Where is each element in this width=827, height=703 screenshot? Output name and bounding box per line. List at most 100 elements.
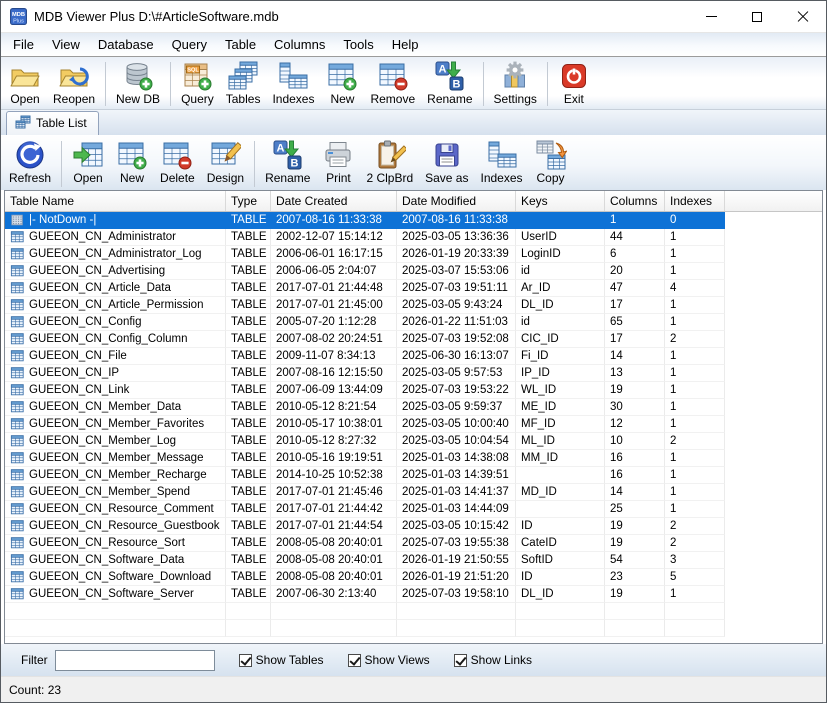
table-row[interactable]: GUEEON_CN_Software_DownloadTABLE2008-05-… (5, 569, 822, 586)
menu-query[interactable]: Query (163, 34, 216, 55)
menu-file[interactable]: File (4, 34, 43, 55)
checkbox-label: Show Tables (256, 653, 324, 667)
cell-keys: SoftID (516, 552, 605, 569)
menu-tools[interactable]: Tools (334, 34, 382, 55)
cell-columns: 44 (605, 229, 665, 246)
table-row[interactable]: GUEEON_CN_Resource_CommentTABLE2017-07-0… (5, 501, 822, 518)
table-row[interactable]: GUEEON_CN_Member_RechargeTABLE2014-10-25… (5, 467, 822, 484)
table-row[interactable]: GUEEON_CN_FileTABLE2009-11-07 8:34:13202… (5, 348, 822, 365)
cell-name: GUEEON_CN_Advertising (5, 263, 226, 280)
table-row[interactable]: GUEEON_CN_AdministratorTABLE2002-12-07 1… (5, 229, 822, 246)
refresh-icon (14, 139, 46, 171)
design-button[interactable]: Design (201, 138, 250, 186)
query-button[interactable]: SQLQuery (175, 59, 220, 107)
cell-type: TABLE (226, 467, 271, 484)
tab-table-list[interactable]: Table List (6, 111, 99, 135)
new-button[interactable]: New (320, 59, 364, 107)
column-header-keys[interactable]: Keys (516, 191, 605, 211)
new-button[interactable]: New (110, 138, 154, 186)
close-icon (797, 11, 809, 23)
column-header-date-modified[interactable]: Date Modified (397, 191, 516, 211)
button-label: New (120, 171, 144, 185)
tables-button[interactable]: Tables (220, 59, 267, 107)
open-button[interactable]: Open (3, 59, 47, 107)
save-as-button[interactable]: Save as (419, 138, 474, 186)
table-row[interactable]: GUEEON_CN_Member_FavoritesTABLE2010-05-1… (5, 416, 822, 433)
new-db-icon (122, 60, 154, 92)
table-row[interactable]: GUEEON_CN_ConfigTABLE2005-07-20 1:12:282… (5, 314, 822, 331)
menu-view[interactable]: View (43, 34, 89, 55)
cell-keys: UserID (516, 229, 605, 246)
svg-text:B: B (290, 158, 298, 170)
table-row[interactable]: GUEEON_CN_IPTABLE2007-08-16 12:15:502025… (5, 365, 822, 382)
table-row[interactable]: GUEEON_CN_Software_DataTABLE2008-05-08 2… (5, 552, 822, 569)
table-row[interactable]: GUEEON_CN_Resource_GuestbookTABLE2017-07… (5, 518, 822, 535)
table-row[interactable]: GUEEON_CN_AdvertisingTABLE2006-06-05 2:0… (5, 263, 822, 280)
column-header-columns[interactable]: Columns (605, 191, 665, 211)
table-row[interactable]: GUEEON_CN_LinkTABLE2007-06-09 13:44:0920… (5, 382, 822, 399)
filter-checkboxes: Show Tables Show Views Show Links (215, 653, 532, 667)
table-row[interactable]: GUEEON_CN_Member_DataTABLE2010-05-12 8:2… (5, 399, 822, 416)
checkbox-show-tables[interactable]: Show Tables (239, 653, 324, 667)
cell-created: 2007-06-30 2:13:40 (271, 586, 397, 603)
cell-indexes: 1 (665, 246, 725, 263)
table-row[interactable]: GUEEON_CN_Resource_SortTABLE2008-05-08 2… (5, 535, 822, 552)
column-header-type[interactable]: Type (226, 191, 271, 211)
printer-icon (322, 139, 354, 171)
cell-name: GUEEON_CN_Config (5, 314, 226, 331)
table-row[interactable]: GUEEON_CN_Administrator_LogTABLE2006-06-… (5, 246, 822, 263)
close-button[interactable] (780, 1, 826, 32)
cell-keys: MF_ID (516, 416, 605, 433)
open-button[interactable]: Open (66, 138, 110, 186)
table-row[interactable]: GUEEON_CN_Member_LogTABLE2010-05-12 8:27… (5, 433, 822, 450)
indexes-button[interactable]: Indexes (474, 138, 528, 186)
menu-help[interactable]: Help (383, 34, 428, 55)
cell-created: 2005-07-20 1:12:28 (271, 314, 397, 331)
reopen-button[interactable]: Reopen (47, 59, 101, 107)
column-header-date-created[interactable]: Date Created (271, 191, 397, 211)
cell-modified: 2025-03-05 13:36:36 (397, 229, 516, 246)
menu-database[interactable]: Database (89, 34, 163, 55)
table-row[interactable]: GUEEON_CN_Article_PermissionTABLE2017-07… (5, 297, 822, 314)
remove-button[interactable]: Remove (364, 59, 421, 107)
table-row[interactable]: GUEEON_CN_Software_ServerTABLE2007-06-30… (5, 586, 822, 603)
table-row-selected[interactable]: |- NotDown -|TABLE2007-08-16 11:33:38200… (5, 212, 822, 229)
minimize-icon (706, 16, 717, 17)
cell-type: TABLE (226, 518, 271, 535)
checkbox-show-links[interactable]: Show Links (454, 653, 532, 667)
2-clpbrd-button[interactable]: 2 ClpBrd (360, 138, 419, 186)
cell-filler (725, 620, 822, 637)
new-db-button[interactable]: New DB (110, 59, 166, 107)
table-row[interactable]: GUEEON_CN_Member_MessageTABLE2010-05-16 … (5, 450, 822, 467)
print-button[interactable]: Print (316, 138, 360, 186)
cell-columns: 16 (605, 450, 665, 467)
indexes-button[interactable]: Indexes (266, 59, 320, 107)
exit-button[interactable]: Exit (552, 59, 596, 107)
refresh-button[interactable]: Refresh (3, 138, 57, 186)
delete-button[interactable]: Delete (154, 138, 201, 186)
settings-button[interactable]: Settings (488, 59, 543, 107)
table-row[interactable]: GUEEON_CN_Member_SpendTABLE2017-07-01 21… (5, 484, 822, 501)
cell-created: 2014-10-25 10:52:38 (271, 467, 397, 484)
menu-columns[interactable]: Columns (265, 34, 334, 55)
checkbox-show-views[interactable]: Show Views (348, 653, 430, 667)
menu-table[interactable]: Table (216, 34, 265, 55)
rename-button[interactable]: ABRename (421, 59, 478, 107)
cell-type: TABLE (226, 433, 271, 450)
cell-indexes: 0 (665, 212, 725, 229)
cell-created: 2017-07-01 21:45:00 (271, 297, 397, 314)
maximize-button[interactable] (734, 1, 780, 32)
rename-button[interactable]: ABRename (259, 138, 316, 186)
button-label: Indexes (272, 92, 314, 106)
column-header-indexes[interactable]: Indexes (665, 191, 725, 211)
copy-button[interactable]: Copy (529, 138, 573, 186)
cell-filler (725, 348, 822, 365)
filter-input[interactable] (55, 650, 215, 671)
column-header-table-name[interactable]: Table Name (5, 191, 226, 211)
checkbox-label: Show Views (365, 653, 430, 667)
minimize-button[interactable] (688, 1, 734, 32)
table-row[interactable]: GUEEON_CN_Config_ColumnTABLE2007-08-02 2… (5, 331, 822, 348)
table-icon (10, 485, 25, 499)
main-toolbar: OpenReopenNew DBSQLQueryTables Indexes New… (1, 57, 826, 110)
table-row[interactable]: GUEEON_CN_Article_DataTABLE2017-07-01 21… (5, 280, 822, 297)
